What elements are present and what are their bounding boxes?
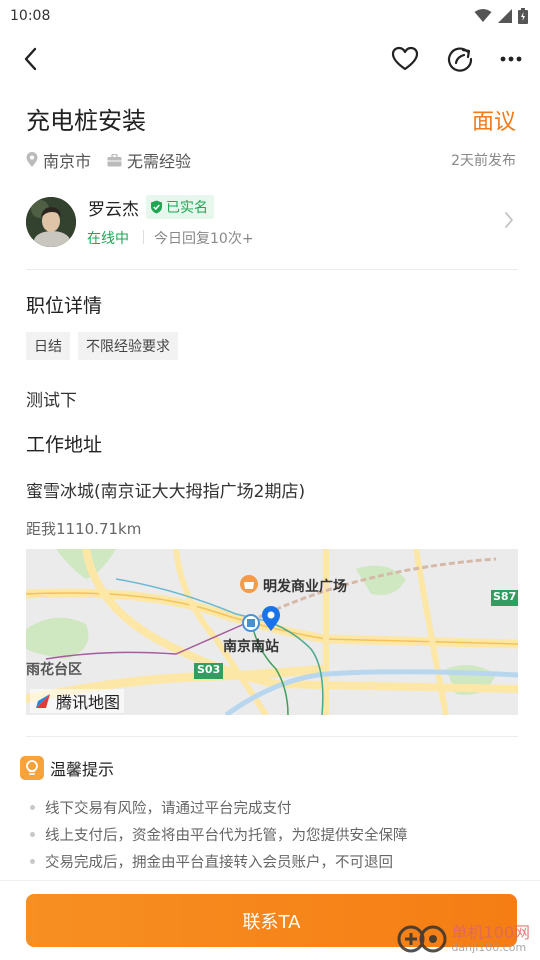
tip-item: 线上支付后，资金将由平台代为托管，为您提供安全保障 xyxy=(30,821,408,848)
map-brand: 腾讯地图 xyxy=(30,689,125,713)
job-tags: 日结 不限经验要求 xyxy=(26,332,178,360)
job-salary: 面议 xyxy=(471,110,516,135)
bullet-dot xyxy=(30,805,35,810)
bottom-bar: 联系TA 单机100网 danji100.com xyxy=(0,880,540,960)
share-button[interactable] xyxy=(443,42,477,76)
map-brand-label: 腾讯地图 xyxy=(56,693,121,712)
avatar-image xyxy=(26,197,76,247)
job-experience-label: 无需经验 xyxy=(127,152,192,171)
chevron-left-icon xyxy=(24,47,37,71)
watermark-text: 单机100网 xyxy=(451,922,530,942)
map-label-s87: S87 xyxy=(493,590,517,603)
job-location: 南京市 xyxy=(26,148,91,172)
location-map[interactable]: 明发商业广场 南京南站 雨花台区 S03 S87 腾讯地图 xyxy=(26,549,518,715)
lightbulb-icon xyxy=(20,756,44,780)
battery-icon xyxy=(518,8,528,24)
address-title: 工作地址 xyxy=(26,434,103,456)
job-meta: 南京市 无需经验 xyxy=(26,148,207,172)
post-time: 2天前发布 xyxy=(451,153,516,169)
shield-check-icon xyxy=(151,200,162,214)
bullet-dot xyxy=(30,859,35,864)
job-tag: 不限经验要求 xyxy=(78,332,178,360)
details-title: 职位详情 xyxy=(26,295,103,317)
divider xyxy=(26,736,518,737)
map-label-district: 雨花台区 xyxy=(26,662,82,678)
back-button[interactable] xyxy=(14,42,48,76)
watermark-logo-icon xyxy=(397,925,447,953)
tencent-map-logo-icon xyxy=(36,694,50,708)
tips-title: 温馨提示 xyxy=(50,760,115,779)
bullet-dot xyxy=(30,832,35,837)
nav-bar xyxy=(0,34,540,84)
location-pin-icon xyxy=(26,152,38,167)
heart-icon xyxy=(391,46,419,71)
map-label-station: 南京南站 xyxy=(223,639,279,655)
work-address: 蜜雪冰城(南京证大大拇指广场2期店) xyxy=(26,482,306,502)
tip-text: 线上支付后，资金将由平台代为托管，为您提供安全保障 xyxy=(45,828,408,844)
tip-item: 线下交易有风险，请通过平台完成支付 xyxy=(30,794,408,821)
map-label-s03: S03 xyxy=(197,663,221,676)
poster-divider xyxy=(143,230,144,244)
tips-list: 线下交易有风险，请通过平台完成支付 线上支付后，资金将由平台代为托管，为您提供安… xyxy=(30,794,408,875)
tip-item: 交易完成后，拥金由平台直接转入会员账户，不可退回 xyxy=(30,848,408,875)
tip-text: 交易完成后，拥金由平台直接转入会员账户，不可退回 xyxy=(45,855,393,871)
job-experience: 无需经验 xyxy=(107,148,191,172)
status-bar: 10:08 xyxy=(0,0,540,32)
job-title: 充电桩安装 xyxy=(26,107,146,135)
poster-name: 罗云杰 xyxy=(88,200,139,220)
divider xyxy=(26,269,518,270)
poster-chevron xyxy=(504,211,514,233)
signal-icon xyxy=(498,9,512,23)
online-status: 在线中 xyxy=(87,231,129,247)
watermark-text-group: 单机100网 danji100.com xyxy=(451,922,530,954)
briefcase-icon xyxy=(107,153,122,166)
reply-stats: 今日回复10次+ xyxy=(154,231,254,247)
status-icons xyxy=(474,8,528,24)
verified-label: 已实名 xyxy=(166,200,208,216)
share-icon xyxy=(447,47,473,72)
favorite-button[interactable] xyxy=(388,42,422,76)
poster-card[interactable]: 罗云杰 已实名 在线中 今日回复10次+ xyxy=(26,193,518,253)
more-icon xyxy=(500,56,522,62)
watermark-url: danji100.com xyxy=(451,940,527,954)
job-tag: 日结 xyxy=(26,332,70,360)
status-time: 10:08 xyxy=(10,8,51,24)
tips-header: 温馨提示 xyxy=(20,756,114,780)
wifi-icon xyxy=(474,9,492,22)
job-city: 南京市 xyxy=(43,152,92,171)
map-label-mall: 明发商业广场 xyxy=(263,579,347,595)
avatar[interactable] xyxy=(26,197,76,247)
more-button[interactable] xyxy=(494,42,528,76)
tip-text: 线下交易有风险，请通过平台完成支付 xyxy=(45,801,292,817)
chevron-right-icon xyxy=(505,212,513,228)
verified-badge: 已实名 xyxy=(146,195,214,219)
watermark: 单机100网 danji100.com xyxy=(397,923,530,955)
job-description: 测试下 xyxy=(26,391,77,411)
distance: 距我1110.71km xyxy=(26,520,142,538)
